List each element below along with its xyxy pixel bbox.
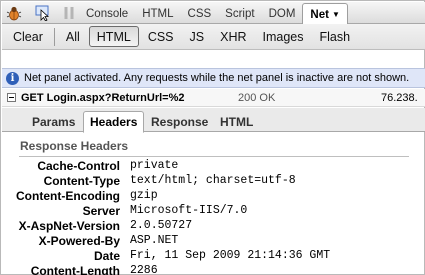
info-icon: i	[6, 71, 19, 85]
section-divider	[19, 156, 409, 157]
request-detail-tabs: Params Headers Response HTML	[2, 108, 425, 133]
response-headers-title: Response Headers	[20, 139, 129, 153]
request-status: 200 OK	[238, 91, 276, 104]
header-name: Content-Encoding	[16, 189, 120, 203]
tab-dom[interactable]: DOM	[262, 4, 303, 24]
header-value: Microsoft-IIS/7.0	[130, 204, 248, 217]
filter-css-button[interactable]: CSS	[141, 26, 181, 47]
header-name: Date	[93, 249, 120, 263]
tab-console[interactable]: Console	[79, 4, 135, 24]
header-value: gzip	[130, 189, 158, 202]
net-filter-bar: Clear All HTML CSS JS XHR Images Flash	[2, 24, 425, 50]
header-name: Cache-Control	[37, 159, 120, 173]
tab-script[interactable]: Script	[218, 4, 261, 24]
info-message: Net panel activated. Any requests while …	[24, 72, 410, 84]
inspect-cursor-icon[interactable]	[35, 5, 51, 21]
firebug-window: Console HTML CSS Script DOM Net ▼ Clear …	[0, 0, 425, 275]
tab-headers[interactable]: Headers	[83, 111, 145, 133]
collapse-toggle-icon[interactable]	[7, 93, 16, 102]
header-name: Content-Type	[43, 174, 120, 188]
header-name: Server	[82, 204, 120, 218]
header-value: text/html; charset=utf-8	[130, 174, 296, 187]
toolbar-separator	[53, 27, 55, 46]
header-value: 2286	[130, 264, 158, 275]
header-name: X-Powered-By	[38, 234, 120, 248]
pause-icon[interactable]	[61, 5, 77, 21]
header-value: ASP.NET	[130, 234, 179, 247]
tab-html-source[interactable]: HTML	[214, 111, 259, 132]
filter-html-button[interactable]: HTML	[88, 26, 139, 47]
tab-params[interactable]: Params	[26, 111, 81, 132]
filter-images-button[interactable]: Images	[256, 26, 311, 47]
filter-flash-button[interactable]: Flash	[313, 26, 358, 47]
main-toolbar: Console HTML CSS Script DOM Net ▼	[2, 2, 425, 25]
tab-html[interactable]: HTML	[135, 4, 180, 24]
net-info-bar: i Net panel activated. Any requests whil…	[2, 68, 425, 88]
panel-tabs: Console HTML CSS Script DOM Net ▼	[79, 2, 348, 25]
filter-xhr-button[interactable]: XHR	[213, 26, 253, 47]
firebug-bug-icon[interactable]	[6, 5, 22, 21]
clear-button[interactable]: Clear	[6, 26, 50, 47]
tab-net-label: Net	[310, 8, 329, 21]
chevron-down-icon[interactable]: ▼	[332, 10, 340, 19]
header-value: Fri, 11 Sep 2009 21:14:36 GMT	[130, 249, 331, 262]
request-url[interactable]: GET Login.aspx?ReturnUrl=%2	[21, 92, 206, 104]
filter-js-button[interactable]: JS	[183, 26, 212, 47]
filter-all-button[interactable]: All	[59, 26, 87, 47]
request-row[interactable]: GET Login.aspx?ReturnUrl=%2 200 OK 76.23…	[2, 89, 425, 107]
header-name: X-AspNet-Version	[18, 219, 120, 233]
request-ip: 76.238.	[381, 91, 418, 104]
tab-response[interactable]: Response	[145, 111, 214, 132]
tab-css[interactable]: CSS	[181, 4, 219, 24]
header-name: Content-Length	[30, 264, 120, 275]
tab-net[interactable]: Net ▼	[302, 3, 348, 25]
header-value: private	[130, 159, 179, 172]
header-value: 2.0.50727	[130, 219, 193, 232]
